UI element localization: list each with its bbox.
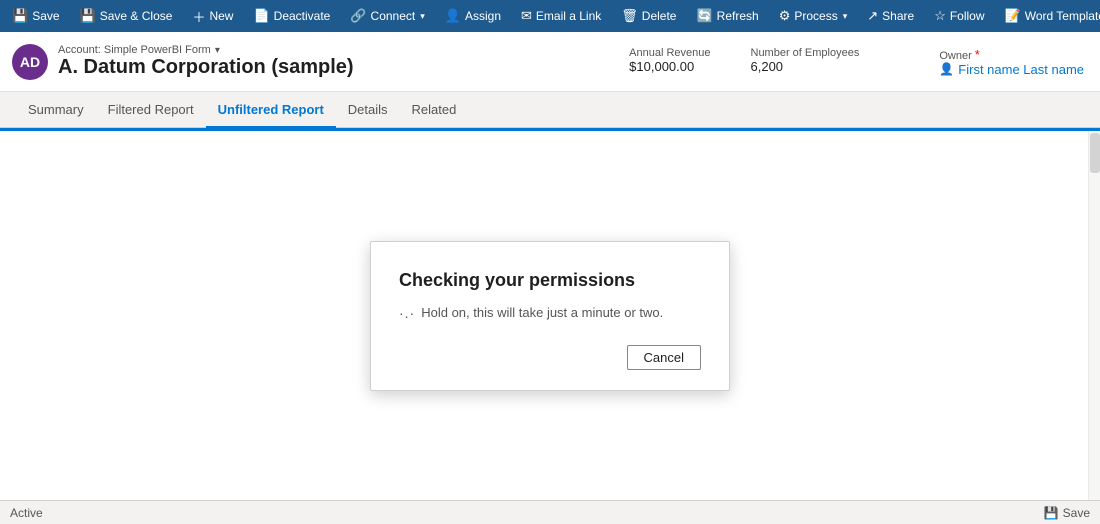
annual-revenue-value: $10,000.00 — [629, 59, 710, 74]
delete-icon: 🗑 — [621, 8, 638, 24]
follow-icon: ☆ — [934, 8, 946, 24]
process-icon: ⚙ — [779, 8, 791, 24]
statusbar-save-button[interactable]: 💾 Save — [1044, 506, 1090, 520]
process-button[interactable]: ⚙ Process ▾ — [771, 0, 856, 32]
toolbar: 💾 Save 💾 Save & Close ＋ New 📄 Deactivate… — [0, 0, 1100, 32]
owner-field: Owner * 👤 First name Last name — [939, 47, 1084, 77]
dialog-message: Hold on, this will take just a minute or… — [421, 305, 663, 320]
email-icon: ✉ — [521, 8, 532, 24]
account-info: Account: Simple PowerBI Form ▾ A. Datum … — [58, 44, 629, 79]
tab-filtered-report[interactable]: Filtered Report — [96, 92, 206, 128]
share-button[interactable]: ↗ Share — [859, 0, 922, 32]
save-close-icon: 💾 — [80, 8, 96, 24]
statusbar-save-icon: 💾 — [1044, 506, 1059, 520]
avatar: AD — [12, 44, 48, 80]
dialog-footer: Cancel — [399, 345, 701, 370]
dialog-title: Checking your permissions — [399, 270, 701, 291]
annual-revenue-field: Annual Revenue $10,000.00 — [629, 47, 710, 77]
connect-icon: 🔗 — [350, 8, 366, 24]
dialog-body: ·.· Hold on, this will take just a minut… — [399, 305, 701, 321]
connect-dropdown-arrow: ▾ — [420, 11, 425, 22]
account-label: Account: Simple PowerBI Form ▾ — [58, 44, 629, 56]
tab-related[interactable]: Related — [400, 92, 469, 128]
owner-link[interactable]: 👤 First name Last name — [939, 62, 1084, 77]
save-button[interactable]: 💾 Save — [4, 0, 68, 32]
delete-button[interactable]: 🗑 Delete — [613, 0, 684, 32]
cancel-button[interactable]: Cancel — [627, 345, 701, 370]
save-icon: 💾 — [12, 8, 28, 24]
process-dropdown-arrow: ▾ — [843, 11, 848, 22]
follow-button[interactable]: ☆ Follow — [926, 0, 992, 32]
deactivate-icon: 📄 — [253, 8, 269, 24]
loading-indicator: ·.· — [399, 305, 415, 321]
tab-unfiltered-report[interactable]: Unfiltered Report — [206, 92, 336, 128]
deactivate-button[interactable]: 📄 Deactivate — [245, 0, 338, 32]
content-area: Checking your permissions ·.· Hold on, t… — [0, 128, 1100, 500]
employees-value: 6,200 — [751, 59, 860, 74]
owner-person-icon: 👤 — [939, 62, 954, 76]
annual-revenue-label: Annual Revenue — [629, 47, 710, 59]
new-icon: ＋ — [192, 7, 205, 26]
word-templates-icon: 📝 — [1005, 8, 1021, 24]
connect-button[interactable]: 🔗 Connect ▾ — [342, 0, 432, 32]
permissions-dialog: Checking your permissions ·.· Hold on, t… — [370, 241, 730, 391]
account-name: A. Datum Corporation (sample) — [58, 56, 629, 79]
save-close-button[interactable]: 💾 Save & Close — [72, 0, 181, 32]
record-header: AD Account: Simple PowerBI Form ▾ A. Dat… — [0, 32, 1100, 92]
account-label-chevron[interactable]: ▾ — [215, 45, 220, 56]
assign-button[interactable]: 👤 Assign — [437, 0, 509, 32]
tab-summary[interactable]: Summary — [16, 92, 96, 128]
tab-details[interactable]: Details — [336, 92, 400, 128]
header-fields: Annual Revenue $10,000.00 Number of Empl… — [629, 47, 1084, 77]
email-link-button[interactable]: ✉ Email a Link — [513, 0, 609, 32]
assign-icon: 👤 — [445, 8, 461, 24]
new-button[interactable]: ＋ New — [184, 0, 241, 32]
tabs: Summary Filtered Report Unfiltered Repor… — [0, 92, 1100, 128]
refresh-button[interactable]: 🔄 Refresh — [688, 0, 766, 32]
status-text: Active — [10, 506, 43, 520]
share-icon: ↗ — [867, 8, 878, 24]
statusbar-right: 💾 Save — [1044, 506, 1090, 520]
employees-field: Number of Employees 6,200 — [751, 47, 860, 77]
owner-label: Owner * — [939, 47, 1084, 62]
word-templates-button[interactable]: 📝 Word Templates ▾ — [997, 0, 1100, 32]
dialog-overlay: Checking your permissions ·.· Hold on, t… — [0, 131, 1100, 500]
employees-label: Number of Employees — [751, 47, 860, 59]
owner-required-indicator: * — [975, 47, 980, 62]
statusbar: Active 💾 Save — [0, 500, 1100, 524]
refresh-icon: 🔄 — [696, 8, 712, 24]
